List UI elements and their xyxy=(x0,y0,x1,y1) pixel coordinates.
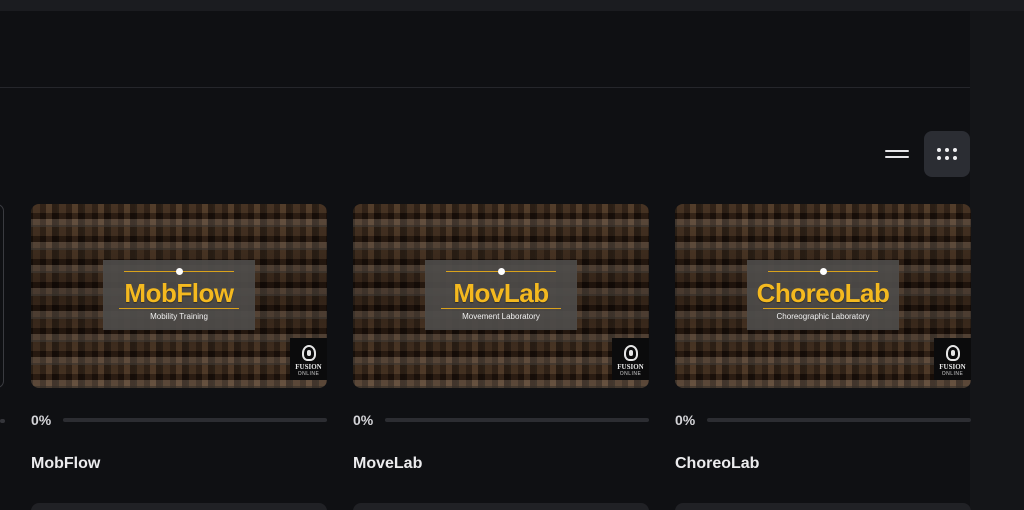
header-divider xyxy=(0,87,970,88)
course-title[interactable]: ChoreoLab xyxy=(675,455,759,473)
thumbnail-banner: MovLab Movement Laboratory xyxy=(425,260,577,330)
thumbnail-subtitle: Movement Laboratory xyxy=(462,312,540,321)
course-card-mobflow[interactable]: MobFlow Mobility Training FUSION ONLINE … xyxy=(31,204,327,510)
course-progress: 0% xyxy=(675,411,971,429)
next-row-card-edge xyxy=(675,503,971,510)
course-thumbnail[interactable]: MobFlow Mobility Training FUSION ONLINE xyxy=(31,204,327,388)
progress-percent: 0% xyxy=(353,412,374,428)
thumbnail-banner: MobFlow Mobility Training xyxy=(103,260,255,330)
list-view-button[interactable] xyxy=(874,131,920,177)
next-row-card-edge xyxy=(353,503,649,510)
fusion-online-badge: FUSION ONLINE xyxy=(290,338,327,380)
thumbnail-brand: MovLab xyxy=(453,278,549,308)
thumbnail-brand: ChoreoLab xyxy=(756,278,890,308)
thumbnail-subtitle: Choreographic Laboratory xyxy=(776,312,870,321)
next-row-card-edge xyxy=(31,503,327,510)
previous-course-card[interactable] xyxy=(0,204,4,388)
progress-track xyxy=(385,418,649,422)
scrollbar-gutter[interactable] xyxy=(970,11,1024,510)
fusion-logo-icon xyxy=(623,345,638,361)
course-thumbnail[interactable]: MovLab Movement Laboratory FUSION ONLINE xyxy=(353,204,649,388)
progress-track xyxy=(707,418,971,422)
fusion-online-badge: FUSION ONLINE xyxy=(612,338,649,380)
fusion-logo-icon xyxy=(301,345,316,361)
progress-track xyxy=(63,418,327,422)
course-title[interactable]: MobFlow xyxy=(31,455,100,473)
fusion-logo-icon xyxy=(945,345,960,361)
course-progress: 0% xyxy=(31,411,327,429)
thumbnail-subtitle: Mobility Training xyxy=(150,312,208,321)
course-title[interactable]: MoveLab xyxy=(353,455,422,473)
fusion-online-badge: FUSION ONLINE xyxy=(934,338,971,380)
progress-percent: 0% xyxy=(31,412,52,428)
progress-percent: 0% xyxy=(675,412,696,428)
course-card-movelab[interactable]: MovLab Movement Laboratory FUSION ONLINE… xyxy=(353,204,649,510)
list-icon xyxy=(885,148,909,160)
grid-view-button[interactable] xyxy=(924,131,970,177)
view-toggle xyxy=(874,131,970,177)
top-bar xyxy=(0,0,1024,11)
course-progress: 0% xyxy=(353,411,649,429)
course-thumbnail[interactable]: ChoreoLab Choreographic Laboratory FUSIO… xyxy=(675,204,971,388)
thumbnail-brand: MobFlow xyxy=(124,278,234,308)
thumbnail-banner: ChoreoLab Choreographic Laboratory xyxy=(747,260,899,330)
previous-course-progress-track xyxy=(0,419,5,423)
grid-dots-icon xyxy=(937,148,957,160)
course-card-choreolab[interactable]: ChoreoLab Choreographic Laboratory FUSIO… xyxy=(675,204,971,510)
